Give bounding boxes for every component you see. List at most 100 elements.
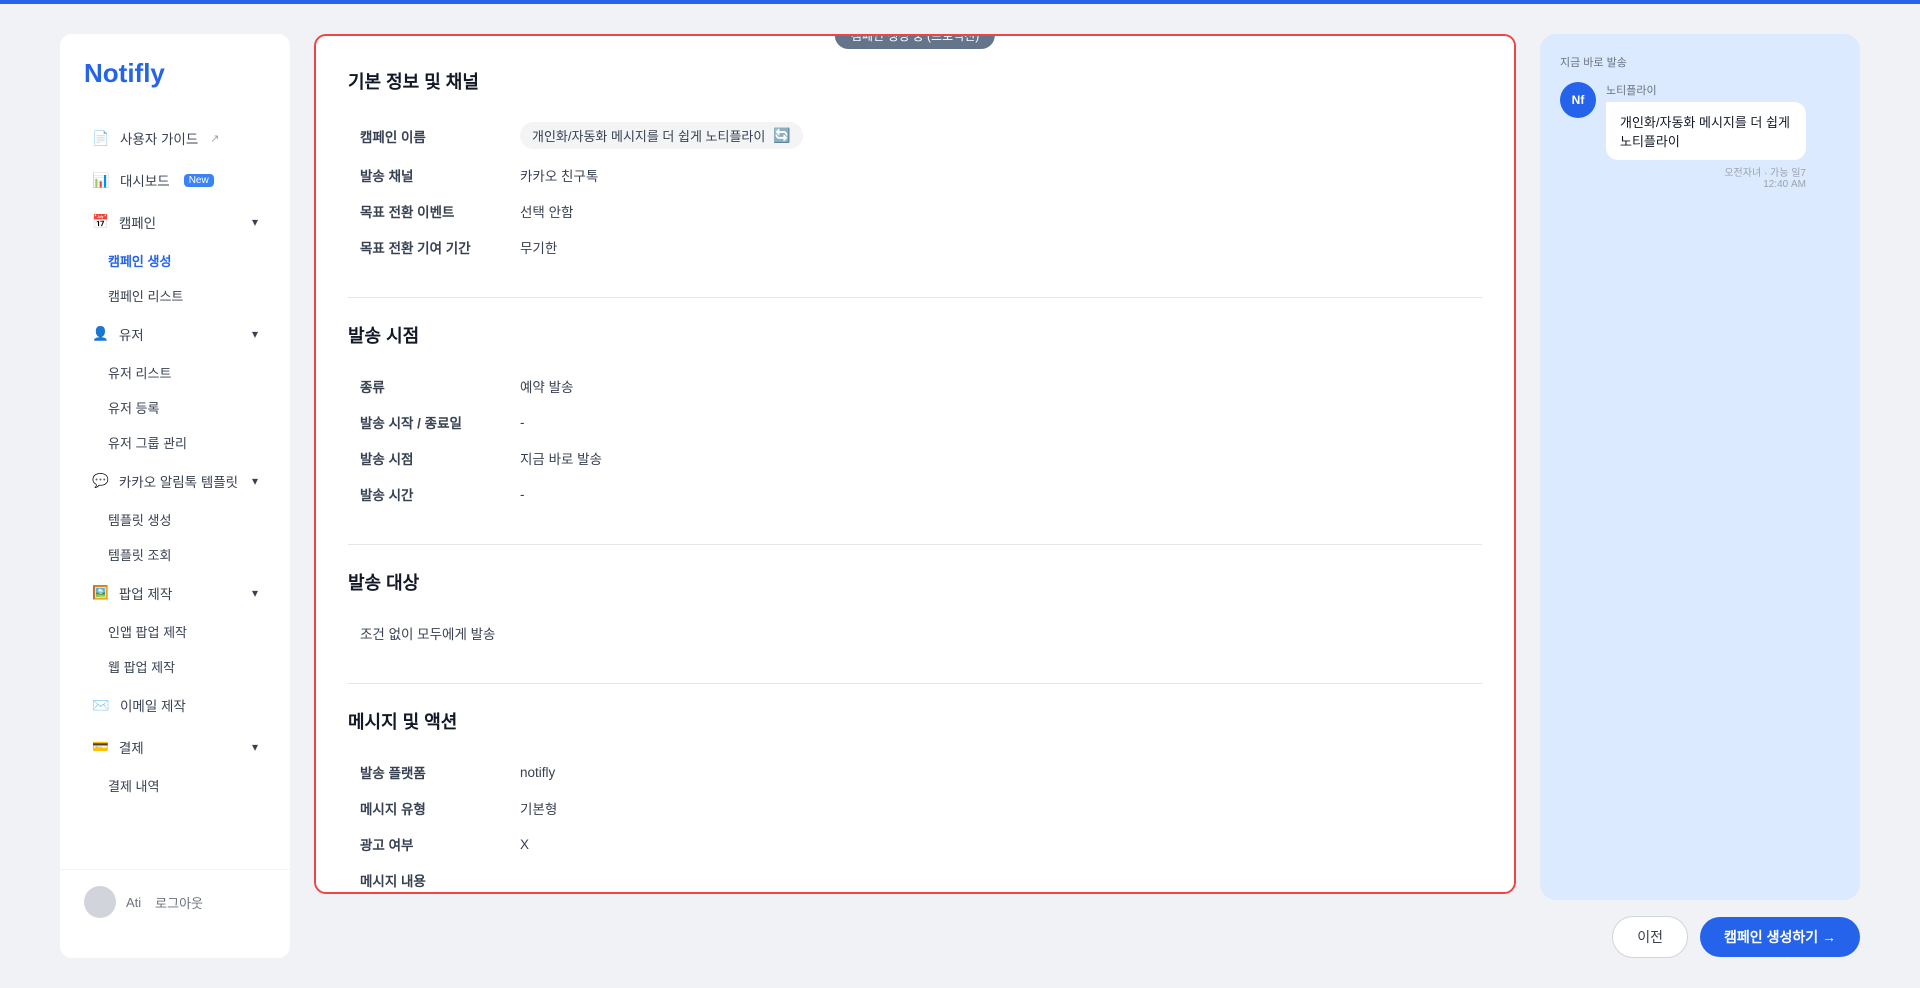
sidebar-item-dashboard[interactable]: 📊 대시보드 New <box>68 160 282 200</box>
document-icon: 📄 <box>92 129 110 147</box>
sidebar-item-web-popup[interactable]: 웹 팝업 제작 <box>60 649 290 684</box>
dashboard-icon: 📊 <box>92 171 110 189</box>
section4-title: 메시지 및 액션 <box>348 708 1482 734</box>
table-row: 목표 전환 기여 기간 무기한 <box>348 229 1482 265</box>
target-period-value: 무기한 <box>508 229 1482 265</box>
prev-button[interactable]: 이전 <box>1612 916 1688 958</box>
external-icon: ↗ <box>210 132 219 145</box>
target-value: 조건 없이 모두에게 발송 <box>348 615 1482 651</box>
sidebar-item-inapp-popup[interactable]: 인앱 팝업 제작 <box>60 614 290 649</box>
start-end-value: - <box>508 404 1482 440</box>
section1-title: 기본 정보 및 채널 <box>348 68 1482 94</box>
campaign-name-label: 캠페인 이름 <box>348 114 508 157</box>
sidebar-item-payment-history[interactable]: 결제 내역 <box>60 768 290 803</box>
sidebar-item-user-list[interactable]: 유저 리스트 <box>60 355 290 390</box>
preview-sender: 노티플라이 <box>1606 82 1806 98</box>
preview-bubble-wrapper: 노티플라이 개인화/자동화 메시지를 더 쉽게 노티플라이 오전자녀 · 가능 … <box>1606 82 1806 190</box>
table-row: 발송 시작 / 종료일 - <box>348 404 1482 440</box>
sidebar-section-campaign[interactable]: 📅 캠페인 ▾ <box>68 202 282 242</box>
preview-card: 지금 바로 발송 Nf 노티플라이 개인화/자동화 메시지를 더 쉽게 노티플라… <box>1540 34 1860 900</box>
sidebar-item-template-create[interactable]: 템플릿 생성 <box>60 502 290 537</box>
target-period-label: 목표 전환 기여 기간 <box>348 229 508 265</box>
campaign-name-value: 개인화/자동화 메시지를 더 쉽게 노티플라이 🔄 <box>520 122 803 149</box>
chevron-down-icon: ▾ <box>252 586 258 600</box>
logo: Notifly <box>60 58 290 117</box>
preview-bubble: 개인화/자동화 메시지를 더 쉽게 노티플라이 <box>1606 102 1806 160</box>
copy-icon[interactable]: 🔄 <box>773 127 790 144</box>
table-row: 발송 시점 지금 바로 발송 <box>348 440 1482 476</box>
campaign-status-badge: 캠페인 생성 중 (프로덕션) <box>835 34 995 49</box>
basic-info-table: 캠페인 이름 개인화/자동화 메시지를 더 쉽게 노티플라이 🔄 발송 채널 카… <box>348 114 1482 265</box>
section3-title: 발송 대상 <box>348 569 1482 595</box>
ad-value: X <box>508 826 1482 862</box>
divider <box>348 683 1482 684</box>
send-channel-value: 카카오 친구톡 <box>508 157 1482 193</box>
table-row: 발송 플랫폼 notifly <box>348 754 1482 790</box>
table-row: 캠페인 이름 개인화/자동화 메시지를 더 쉽게 노티플라이 🔄 <box>348 114 1482 157</box>
logout-button[interactable]: 로그아웃 <box>155 893 203 912</box>
send-time-label: 발송 시점 <box>348 440 508 476</box>
table-row: 메시지 유형 기본형 <box>348 790 1482 826</box>
create-campaign-button[interactable]: 캠페인 생성하기 → <box>1700 917 1860 957</box>
chevron-down-icon: ▾ <box>252 474 258 488</box>
chevron-down-icon: ▾ <box>252 215 258 229</box>
message-table: 발송 플랫폼 notifly 메시지 유형 기본형 광고 여부 X 메시지 내용 <box>348 754 1482 894</box>
preview-avatar: Nf <box>1560 82 1596 118</box>
form-panel: 캠페인 생성 중 (프로덕션) 기본 정보 및 채널 캠페인 이름 개인화/자동… <box>314 34 1516 894</box>
popup-icon: 🖼️ <box>92 585 109 601</box>
sidebar-item-template-view[interactable]: 템플릿 조회 <box>60 537 290 572</box>
username-label: Ati <box>126 895 141 910</box>
platform-label: 발송 플랫폼 <box>348 754 508 790</box>
section2-title: 발송 시점 <box>348 322 1482 348</box>
send-hour-value: - <box>508 476 1482 512</box>
chevron-down-icon: ▾ <box>252 327 258 341</box>
message-content-label: 메시지 내용 <box>348 862 508 894</box>
preview-label: 지금 바로 발송 <box>1560 54 1840 70</box>
timing-table: 종류 예약 발송 발송 시작 / 종료일 - 발송 시점 지금 바로 발송 발송… <box>348 368 1482 512</box>
start-end-label: 발송 시작 / 종료일 <box>348 404 508 440</box>
message-type-label: 메시지 유형 <box>348 790 508 826</box>
chevron-down-icon: ▾ <box>252 740 258 754</box>
sidebar-section-popup[interactable]: 🖼️ 팝업 제작 ▾ <box>68 573 282 613</box>
ad-label: 광고 여부 <box>348 826 508 862</box>
main-content: 캠페인 생성 중 (프로덕션) 기본 정보 및 채널 캠페인 이름 개인화/자동… <box>314 34 1860 958</box>
platform-value: notifly <box>508 754 1482 790</box>
sidebar-item-user-group[interactable]: 유저 그룹 관리 <box>60 425 290 460</box>
table-row: 광고 여부 X <box>348 826 1482 862</box>
bottom-actions: 이전 캠페인 생성하기 → <box>1540 916 1860 958</box>
table-row: 목표 전환 이벤트 선택 안함 <box>348 193 1482 229</box>
table-row: 발송 시간 - <box>348 476 1482 512</box>
sidebar-item-user-guide[interactable]: 📄 사용자 가이드 ↗ <box>68 118 282 158</box>
table-row: 메시지 내용 <box>348 862 1482 894</box>
sidebar-footer: Ati 로그아웃 <box>60 869 290 934</box>
table-row: 발송 채널 카카오 친구톡 <box>348 157 1482 193</box>
chat-icon: 💬 <box>92 473 109 489</box>
send-time-value: 지금 바로 발송 <box>508 440 1482 476</box>
payment-icon: 💳 <box>92 739 109 755</box>
sidebar-item-user-register[interactable]: 유저 등록 <box>60 390 290 425</box>
avatar <box>84 886 116 918</box>
sidebar-section-payment[interactable]: 💳 결제 ▾ <box>68 727 282 767</box>
sidebar: Notifly 📄 사용자 가이드 ↗ 📊 대시보드 New 📅 캠페인 ▾ 캠… <box>60 34 290 958</box>
target-event-label: 목표 전환 이벤트 <box>348 193 508 229</box>
message-type-value: 기본형 <box>508 790 1482 826</box>
user-icon: 👤 <box>92 326 109 342</box>
table-row: 종류 예약 발송 <box>348 368 1482 404</box>
preview-message: Nf 노티플라이 개인화/자동화 메시지를 더 쉽게 노티플라이 오전자녀 · … <box>1560 82 1840 190</box>
campaign-icon: 📅 <box>92 214 109 230</box>
preview-panel: 지금 바로 발송 Nf 노티플라이 개인화/자동화 메시지를 더 쉽게 노티플라… <box>1540 34 1860 958</box>
type-value: 예약 발송 <box>508 368 1482 404</box>
divider <box>348 297 1482 298</box>
sidebar-item-campaign-list[interactable]: 캠페인 리스트 <box>60 278 290 313</box>
sidebar-item-email[interactable]: ✉️ 이메일 제작 <box>68 685 282 725</box>
sidebar-item-campaign-create[interactable]: 캠페인 생성 <box>60 243 290 278</box>
sidebar-section-user[interactable]: 👤 유저 ▾ <box>68 314 282 354</box>
sidebar-section-kakao[interactable]: 💬 카카오 알림톡 템플릿 ▾ <box>68 461 282 501</box>
type-label: 종류 <box>348 368 508 404</box>
send-channel-label: 발송 채널 <box>348 157 508 193</box>
divider <box>348 544 1482 545</box>
target-event-value: 선택 안함 <box>508 193 1482 229</box>
preview-time: 오전자녀 · 가능 일712:40 AM <box>1606 164 1806 190</box>
send-hour-label: 발송 시간 <box>348 476 508 512</box>
email-icon: ✉️ <box>92 696 110 714</box>
